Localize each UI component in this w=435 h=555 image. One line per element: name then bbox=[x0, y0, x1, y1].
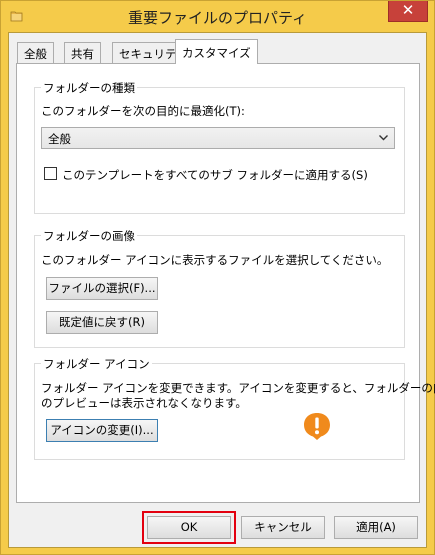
folder-type-title: フォルダーの種類 bbox=[41, 80, 137, 96]
folder-icon-group: フォルダー アイコン フォルダー アイコンを変更できます。アイコンを変更すると、… bbox=[34, 356, 435, 460]
folder-picture-description: このフォルダー アイコンに表示するファイルを選択してください。 bbox=[41, 253, 389, 267]
apply-button[interactable]: 適用(A) bbox=[334, 516, 418, 539]
chevron-down-icon bbox=[379, 135, 388, 141]
ok-button[interactable]: OK bbox=[147, 516, 231, 539]
title-bar[interactable]: 重要ファイルのプロパティ ✕ bbox=[1, 1, 434, 33]
customize-panel: フォルダーの種類 このフォルダーを次の目的に最適化(T): 全般 このテンプレー… bbox=[16, 63, 435, 503]
tab-general[interactable]: 全般 bbox=[17, 42, 54, 63]
choose-file-button[interactable]: ファイルの選択(F)... bbox=[46, 277, 158, 300]
tab-customize[interactable]: カスタマイズ bbox=[175, 39, 258, 64]
window-title: 重要ファイルのプロパティ bbox=[127, 9, 308, 27]
dialog-client-area: 全般 共有 セキュリティ カスタマイズ フォルダーの種類 このフォルダーを次の目… bbox=[8, 32, 435, 548]
cancel-button[interactable]: キャンセル bbox=[241, 516, 325, 539]
optimize-select-value: 全般 bbox=[48, 132, 71, 146]
apply-subfolders-label: このテンプレートをすべてのサブ フォルダーに適用する(S) bbox=[62, 168, 368, 182]
folder-icon-description-line2: のプレビューは表示されなくなります。 bbox=[41, 396, 247, 410]
folder-icon-title: フォルダー アイコン bbox=[41, 356, 152, 372]
folder-type-group: フォルダーの種類 このフォルダーを次の目的に最適化(T): 全般 このテンプレー… bbox=[34, 80, 405, 214]
tab-sharing[interactable]: 共有 bbox=[64, 42, 101, 63]
optimize-select[interactable]: 全般 bbox=[41, 127, 395, 149]
folder-icon-description-line1: フォルダー アイコンを変更できます。アイコンを変更すると、フォルダーの内容 bbox=[41, 381, 435, 395]
exclamation-balloon-icon bbox=[304, 413, 330, 440]
change-icon-button[interactable]: アイコンの変更(I)... bbox=[46, 419, 158, 442]
folder-picture-title: フォルダーの画像 bbox=[41, 228, 137, 244]
apply-subfolders-checkbox[interactable] bbox=[44, 167, 57, 180]
folder-picture-group: フォルダーの画像 このフォルダー アイコンに表示するファイルを選択してください。… bbox=[34, 228, 405, 348]
close-button[interactable]: ✕ bbox=[388, 1, 428, 22]
optimize-label: このフォルダーを次の目的に最適化(T): bbox=[41, 104, 245, 118]
restore-default-button[interactable]: 既定値に戻す(R) bbox=[46, 311, 158, 334]
properties-window: 重要ファイルのプロパティ ✕ 全般 共有 セキュリティ カスタマイズ フォルダー… bbox=[0, 0, 435, 555]
